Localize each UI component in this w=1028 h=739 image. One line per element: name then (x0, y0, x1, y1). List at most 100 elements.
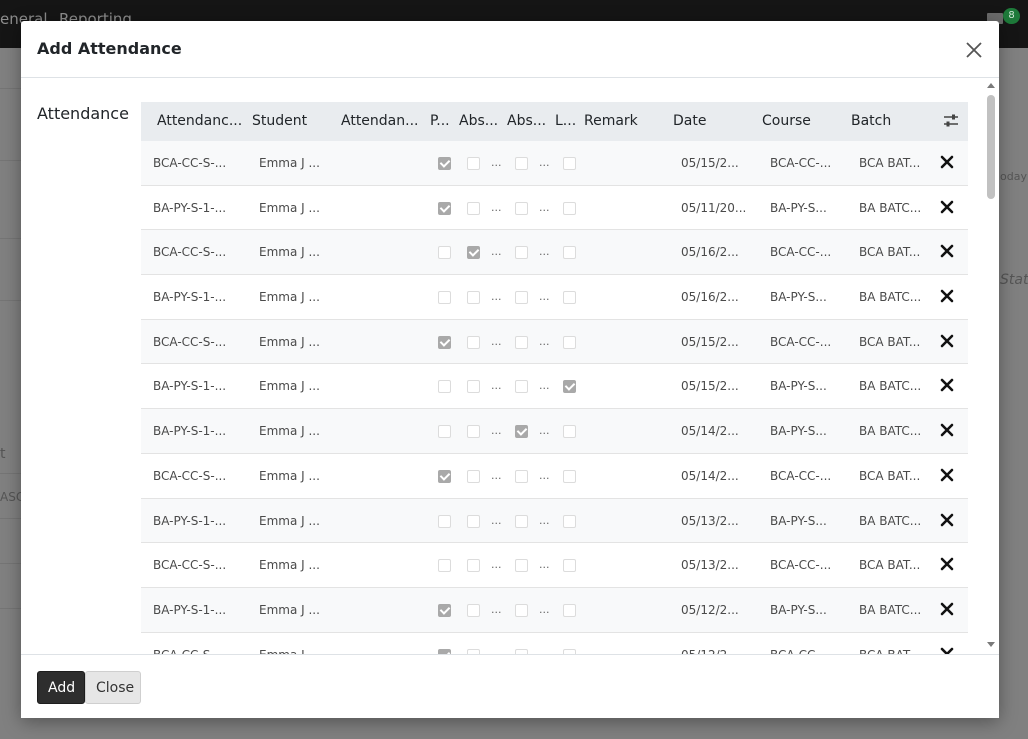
checkbox-absent[interactable] (467, 380, 480, 394)
checkbox-absent-2[interactable] (515, 425, 528, 439)
checkbox-present[interactable] (438, 291, 451, 305)
checkbox-present[interactable] (438, 469, 451, 483)
checkbox-late[interactable] (563, 335, 576, 349)
checkbox-absent[interactable] (467, 157, 480, 170)
checkbox-late[interactable] (563, 514, 576, 528)
table-row[interactable]: BCA-CC-S-... Emma J ......... 05/12/2... BC… (141, 632, 968, 654)
cell-batch: BA BATC... (859, 379, 922, 394)
checkbox-absent[interactable] (467, 469, 480, 483)
table-row[interactable]: BCA-CC-S-... Emma J ......... 05/15/2... BC… (141, 141, 968, 186)
table-row[interactable]: BA-PY-S-1-... Emma J ......... 05/11/20...… (141, 185, 968, 231)
col-remark[interactable]: Remark (584, 102, 664, 141)
delete-row-icon[interactable] (938, 198, 956, 216)
col-absent-2[interactable]: Abs... (507, 102, 549, 141)
checkbox-absent[interactable] (467, 514, 480, 528)
table-row[interactable]: BCA-CC-S-... Emma J ......... 05/14/2... BC… (141, 453, 968, 499)
checkbox-absent[interactable] (467, 291, 480, 305)
checkbox-absent-2[interactable] (515, 559, 528, 573)
checkbox-present[interactable] (438, 514, 451, 528)
checkbox-absent-2[interactable] (515, 603, 528, 617)
scroll-down-arrow-icon[interactable] (987, 642, 995, 647)
cell-course: BA-PY-S... (770, 379, 827, 394)
checkbox-present[interactable] (438, 246, 451, 260)
cell-student: Emma J ... (259, 334, 320, 349)
scroll-up-arrow-icon[interactable] (987, 83, 995, 88)
table-row[interactable]: BA-PY-S-1-... Emma J ......... 05/16/2... B… (141, 275, 968, 320)
col-course[interactable]: Course (762, 102, 842, 141)
checkbox-absent[interactable] (467, 603, 480, 617)
col-present[interactable]: P... (430, 102, 456, 141)
table-row[interactable]: BCA-CC-S-... Emma J ......... 05/15/2... BC… (141, 319, 968, 365)
scroll-thumb[interactable] (987, 95, 995, 199)
col-late[interactable]: L... (555, 102, 577, 141)
checkbox-absent[interactable] (467, 559, 480, 573)
checkbox-absent-2[interactable] (515, 201, 528, 215)
cell-student: Emma J ... (259, 513, 320, 528)
checkbox-late[interactable] (563, 469, 576, 483)
delete-row-icon[interactable] (938, 153, 956, 171)
delete-row-icon[interactable] (938, 287, 956, 305)
checkbox-present[interactable] (438, 559, 451, 573)
delete-row-icon[interactable] (938, 466, 956, 484)
checkbox-late[interactable] (563, 291, 576, 305)
col-student[interactable]: Student (252, 102, 332, 141)
checkbox-late[interactable] (563, 603, 576, 617)
delete-row-icon[interactable] (938, 376, 956, 394)
delete-row-icon[interactable] (938, 511, 956, 529)
checkbox-late[interactable] (563, 246, 576, 260)
checkbox-absent[interactable] (467, 425, 480, 439)
checkbox-late[interactable] (563, 157, 576, 170)
cell-student: Emma J ... (259, 245, 320, 260)
cell-date: 05/14/2... (681, 468, 739, 483)
checkbox-absent-2[interactable] (515, 246, 528, 260)
column-settings-icon[interactable] (943, 113, 959, 129)
delete-row-icon[interactable] (938, 645, 956, 654)
delete-row-icon[interactable] (938, 600, 956, 618)
checkbox-present[interactable] (438, 157, 451, 170)
delete-row-icon[interactable] (938, 242, 956, 260)
checkbox-present[interactable] (438, 603, 451, 617)
checkbox-absent[interactable] (467, 335, 480, 349)
cell-ellipsis: ... (491, 290, 502, 304)
checkbox-present[interactable] (438, 201, 451, 215)
col-date[interactable]: Date (673, 102, 753, 141)
table-row[interactable]: BCA-CC-S-... Emma J ......... 05/13/2... BC… (141, 543, 968, 588)
checkbox-late[interactable] (563, 559, 576, 573)
checkbox-absent-2[interactable] (515, 469, 528, 483)
cell-date: 05/13/2... (681, 513, 739, 528)
checkbox-present[interactable] (438, 380, 451, 394)
checkbox-absent[interactable] (467, 201, 480, 215)
cell-student: Emma J ... (259, 379, 320, 394)
checkbox-absent-2[interactable] (515, 514, 528, 528)
table-row[interactable]: BCA-CC-S-... Emma J ......... 05/16/2... BC… (141, 230, 968, 276)
checkbox-present[interactable] (438, 335, 451, 349)
delete-row-icon[interactable] (938, 332, 956, 350)
checkbox-absent-2[interactable] (515, 157, 528, 170)
checkbox-absent-2[interactable] (515, 380, 528, 394)
checkbox-absent[interactable] (467, 246, 480, 260)
checkbox-absent-2[interactable] (515, 291, 528, 305)
modal-scrollbar[interactable] (983, 79, 999, 654)
checkbox-late[interactable] (563, 380, 576, 394)
cell-course: BA-PY-S... (770, 513, 827, 528)
delete-row-icon[interactable] (938, 555, 956, 573)
col-attendance-2[interactable]: Attendan... (341, 102, 423, 141)
table-row[interactable]: BA-PY-S-1-... Emma J ......... 05/12/2... B… (141, 587, 968, 633)
table-row[interactable]: BA-PY-S-1-... Emma J ......... 05/14/2... B… (141, 409, 968, 454)
delete-row-icon[interactable] (938, 421, 956, 439)
bg-divider (0, 563, 21, 564)
close-icon[interactable] (963, 39, 985, 61)
checkbox-present[interactable] (438, 425, 451, 439)
col-absent[interactable]: Abs... (459, 102, 501, 141)
checkbox-absent-2[interactable] (515, 335, 528, 349)
checkbox-late[interactable] (563, 201, 576, 215)
bg-divider (0, 518, 21, 519)
table-row[interactable]: BA-PY-S-1-... Emma J ......... 05/13/2... B… (141, 498, 968, 544)
checkbox-late[interactable] (563, 425, 576, 439)
table-row[interactable]: BA-PY-S-1-... Emma J ......... 05/15/2... B… (141, 364, 968, 410)
close-button[interactable]: Close (85, 671, 141, 704)
col-attendance[interactable]: Attendanc... (157, 102, 245, 141)
cell-ellipsis: ... (491, 379, 502, 393)
col-batch[interactable]: Batch (851, 102, 931, 141)
add-button[interactable]: Add (37, 671, 85, 704)
